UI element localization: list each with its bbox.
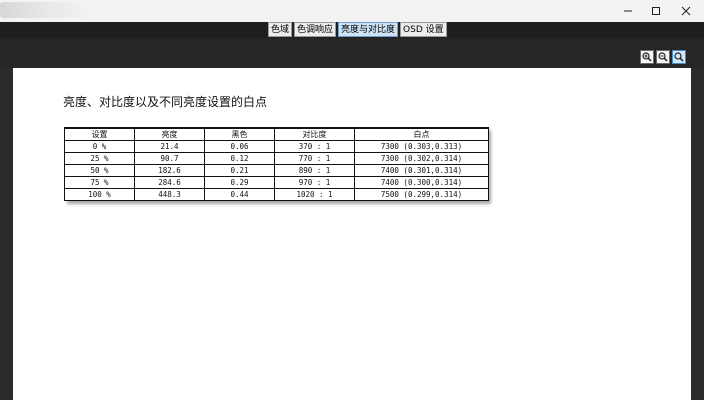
zoom-fit-icon bbox=[674, 52, 684, 62]
minimize-icon bbox=[624, 10, 632, 12]
cell-setting: 25 % bbox=[64, 152, 135, 165]
cell-black: 0.06 bbox=[204, 140, 275, 153]
cell-white-point: 7400 (0.301,0.314) bbox=[354, 164, 489, 177]
cell-white-point: 7300 (0.303,0.313) bbox=[354, 140, 489, 153]
header-black: 黑色 bbox=[204, 127, 275, 141]
brightness-contrast-table: 设置 亮度 黑色 对比度 白点 0 % 21.4 0.06 370 : 1 73… bbox=[64, 127, 489, 201]
zoom-fit-button[interactable] bbox=[672, 50, 686, 64]
table-row: 75 % 284.6 0.29 970 : 1 7400 (0.300,0.31… bbox=[64, 176, 489, 189]
cell-white-point: 7400 (0.300,0.314) bbox=[354, 176, 489, 189]
zoom-out-icon bbox=[658, 52, 668, 62]
close-button[interactable] bbox=[668, 0, 704, 22]
cell-black: 0.29 bbox=[204, 176, 275, 189]
cell-setting: 100 % bbox=[64, 188, 135, 201]
header-setting: 设置 bbox=[64, 127, 135, 141]
right-frame-rail bbox=[691, 68, 704, 400]
cell-brightness: 448.3 bbox=[134, 188, 205, 201]
cell-contrast: 970 : 1 bbox=[274, 176, 355, 189]
header-white-point: 白点 bbox=[354, 127, 489, 141]
table-row: 25 % 90.7 0.12 770 : 1 7300 (0.302,0.314… bbox=[64, 152, 489, 165]
cell-contrast: 770 : 1 bbox=[274, 152, 355, 165]
cell-setting: 75 % bbox=[64, 176, 135, 189]
close-icon bbox=[681, 6, 691, 16]
cell-white-point: 7500 (0.299,0.314) bbox=[354, 188, 489, 201]
zoom-in-button[interactable] bbox=[640, 50, 654, 64]
table-row: 0 % 21.4 0.06 370 : 1 7300 (0.303,0.313) bbox=[64, 140, 489, 153]
cell-setting: 0 % bbox=[64, 140, 135, 153]
table-row: 100 % 448.3 0.44 1020 : 1 7500 (0.299,0.… bbox=[64, 188, 489, 201]
tab-osd-settings[interactable]: OSD 设置 bbox=[400, 22, 447, 37]
tab-brightness-contrast[interactable]: 亮度与对比度 bbox=[338, 22, 399, 37]
cell-black: 0.12 bbox=[204, 152, 275, 165]
section-heading: 亮度、对比度以及不同亮度设置的白点 bbox=[63, 95, 268, 109]
cell-black: 0.44 bbox=[204, 188, 275, 201]
cell-brightness: 182.6 bbox=[134, 164, 205, 177]
zoom-in-icon bbox=[642, 52, 652, 62]
tab-bar: 色域 色调响应 亮度与对比度 OSD 设置 bbox=[268, 22, 447, 37]
document-page bbox=[13, 68, 691, 400]
zoom-out-button[interactable] bbox=[656, 50, 670, 64]
cell-black: 0.21 bbox=[204, 164, 275, 177]
table-row: 50 % 182.6 0.21 890 : 1 7400 (0.301,0.31… bbox=[64, 164, 489, 177]
tab-tone-response[interactable]: 色调响应 bbox=[294, 22, 337, 37]
zoom-toolbar bbox=[640, 50, 686, 64]
maximize-icon bbox=[652, 7, 660, 15]
header-contrast: 对比度 bbox=[274, 127, 355, 141]
cell-setting: 50 % bbox=[64, 164, 135, 177]
tab-color-gamut[interactable]: 色域 bbox=[268, 22, 293, 37]
cell-brightness: 90.7 bbox=[134, 152, 205, 165]
cell-white-point: 7300 (0.302,0.314) bbox=[354, 152, 489, 165]
cell-brightness: 284.6 bbox=[134, 176, 205, 189]
table-header-row: 设置 亮度 黑色 对比度 白点 bbox=[64, 127, 489, 141]
window-titlebar bbox=[0, 0, 704, 22]
cell-contrast: 370 : 1 bbox=[274, 140, 355, 153]
header-brightness: 亮度 bbox=[134, 127, 205, 141]
cell-brightness: 21.4 bbox=[134, 140, 205, 153]
window-title-blurred bbox=[0, 2, 90, 18]
viewer-toolbar-area bbox=[0, 38, 704, 68]
cell-contrast: 890 : 1 bbox=[274, 164, 355, 177]
cell-contrast: 1020 : 1 bbox=[274, 188, 355, 201]
